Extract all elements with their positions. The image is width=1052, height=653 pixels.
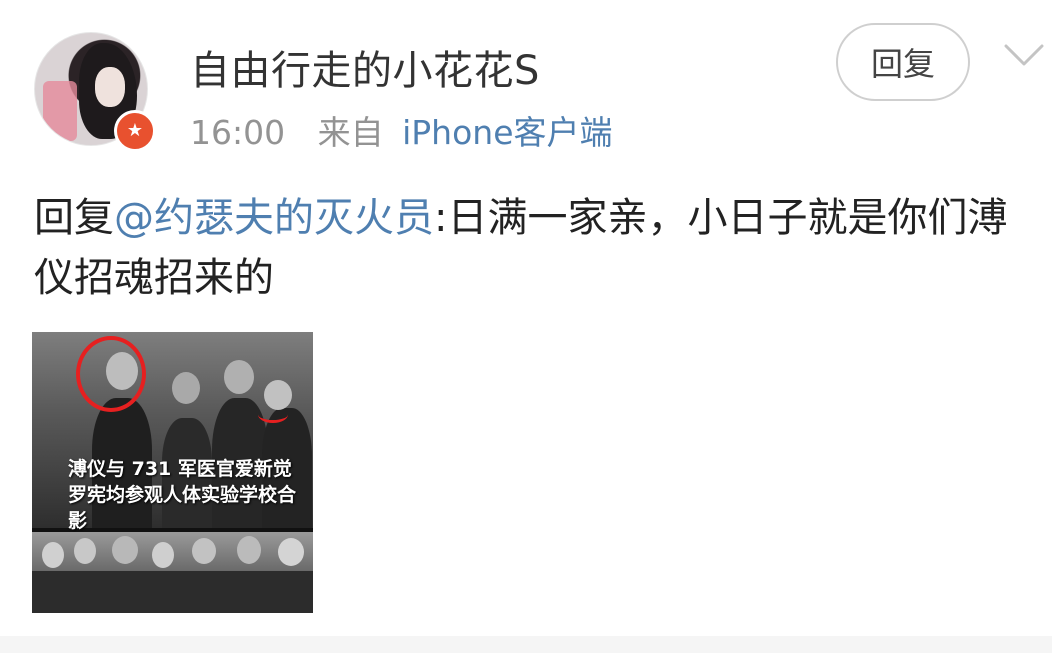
client-link[interactable]: iPhone客户端 [402, 113, 612, 152]
mention-link[interactable]: @约瑟夫的灭火员 [114, 195, 434, 241]
photo-figure-head [192, 538, 216, 564]
post-meta: 16:00 来自 iPhone客户端 [190, 106, 613, 154]
photo-figure-head [237, 536, 261, 564]
photo-figure-head [74, 538, 96, 564]
reply-prefix: 回复 [34, 195, 114, 241]
photo-figure-head [112, 536, 138, 564]
photo-figure-head [152, 542, 174, 568]
from-label: 来自 [317, 113, 384, 152]
avatar-face [95, 67, 125, 107]
reply-button[interactable]: 回复 [836, 23, 970, 101]
post-image[interactable]: 溥仪与 731 军医官爱新觉罗宪均参观人体实验学校合影 [32, 332, 313, 613]
photo-figure-head [224, 360, 254, 394]
photo-figure-head [42, 542, 64, 568]
red-underline-annotation [258, 406, 288, 423]
photo-figure-head [172, 372, 200, 404]
photo-figure-head [278, 538, 304, 566]
verified-star-icon: ★ [114, 110, 156, 152]
divider [0, 636, 1052, 653]
avatar-clothing [43, 81, 77, 141]
post-card: ★ 自由行走的小花花S 16:00 来自 iPhone客户端 回复 回复@约瑟夫… [0, 0, 1052, 653]
red-circle-annotation [76, 336, 146, 412]
post-time: 16:00 [190, 113, 286, 152]
username[interactable]: 自由行走的小花花S [190, 38, 540, 96]
photo-crowd [32, 571, 313, 613]
post-content: 回复@约瑟夫的灭火员:日满一家亲，小日子就是你们溥仪招魂招来的 [34, 188, 1034, 308]
chevron-down-icon[interactable] [1002, 40, 1046, 70]
photo-caption: 溥仪与 731 军医官爱新觉罗宪均参观人体实验学校合影 [68, 458, 297, 532]
